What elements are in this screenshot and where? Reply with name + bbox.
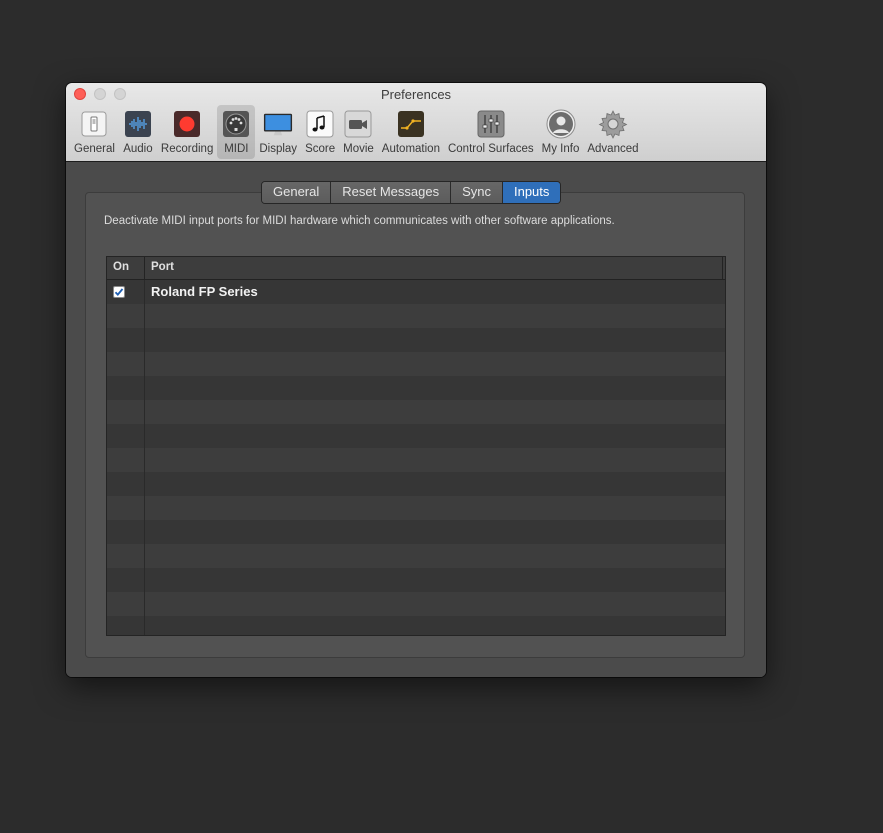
toolbar-audio[interactable]: Audio: [119, 105, 157, 159]
cell-on: [107, 544, 145, 568]
toolbar-advanced[interactable]: Advanced: [583, 105, 642, 159]
tab-sync[interactable]: Sync: [451, 182, 503, 203]
toolbar-movie[interactable]: Movie: [339, 105, 378, 159]
cell-on: [107, 472, 145, 496]
cell-on: [107, 328, 145, 352]
cell-port: [145, 544, 725, 568]
cell-port: [145, 472, 725, 496]
column-header-on[interactable]: On: [107, 257, 145, 279]
toolbar-display[interactable]: Display: [255, 105, 301, 159]
tab-reset-messages[interactable]: Reset Messages: [331, 182, 452, 203]
tab-inputs[interactable]: Inputs: [502, 182, 561, 203]
toolbar-label: Display: [259, 143, 298, 155]
table-row: [107, 472, 725, 496]
cell-on: [107, 568, 145, 592]
cell-on: [107, 496, 145, 520]
table-row: [107, 328, 725, 352]
general-icon: [79, 109, 109, 139]
toolbar-label: Control Surfaces: [447, 143, 534, 155]
toolbar-score[interactable]: Score: [301, 105, 339, 159]
toolbar-label: Automation: [381, 143, 440, 155]
cell-port: [145, 496, 725, 520]
display-icon: [263, 109, 293, 139]
toolbar-midi[interactable]: MIDI: [217, 105, 256, 159]
cell-on: [107, 592, 145, 616]
table-row[interactable]: Roland FP Series: [107, 280, 725, 304]
table-row: [107, 376, 725, 400]
table-row: [107, 424, 725, 448]
automation-icon: [396, 109, 426, 139]
control-surfaces-icon: [476, 109, 506, 139]
toolbar-label: Advanced: [587, 143, 639, 155]
table-row: [107, 400, 725, 424]
cell-port: [145, 352, 725, 376]
table-row: [107, 448, 725, 472]
table-row: [107, 568, 725, 592]
toolbar-label: General: [74, 143, 115, 155]
inputs-description: Deactivate MIDI input ports for MIDI har…: [104, 215, 615, 227]
midi-tab-bar: General Reset Messages Sync Inputs: [261, 181, 562, 204]
tab-general[interactable]: General: [262, 182, 332, 203]
cell-port: [145, 376, 725, 400]
midi-icon: [221, 109, 251, 139]
cell-on: [107, 616, 145, 635]
table-row: [107, 544, 725, 568]
my-info-icon: [546, 109, 576, 139]
toolbar-recording[interactable]: Recording: [157, 105, 217, 159]
port-name: Roland FP Series: [151, 284, 258, 299]
cell-port: [145, 424, 725, 448]
table-row: [107, 496, 725, 520]
table-row: [107, 520, 725, 544]
toolbar-label: Audio: [123, 143, 153, 155]
cell-port: [145, 520, 725, 544]
toolbar-my-info[interactable]: My Info: [538, 105, 584, 159]
toolbar-automation[interactable]: Automation: [378, 105, 444, 159]
toolbar-control-surfaces[interactable]: Control Surfaces: [444, 105, 538, 159]
cell-on: [107, 400, 145, 424]
cell-port: [145, 592, 725, 616]
midi-inputs-table: On Port Roland FP Series: [106, 256, 726, 636]
table-row: [107, 304, 725, 328]
toolbar-label: MIDI: [224, 143, 249, 155]
audio-icon: [123, 109, 153, 139]
toolbar-label: Score: [305, 143, 336, 155]
table-rows: Roland FP Series: [107, 280, 725, 635]
cell-port: [145, 304, 725, 328]
cell-on: [107, 376, 145, 400]
checkmark-icon: [114, 288, 124, 296]
cell-port: [145, 448, 725, 472]
cell-on: [107, 352, 145, 376]
score-icon: [305, 109, 335, 139]
toolbar-label: Recording: [160, 143, 214, 155]
cell-port: [145, 400, 725, 424]
window-title: Preferences: [380, 87, 452, 102]
toolbar-label: Movie: [343, 143, 374, 155]
recording-icon: [172, 109, 202, 139]
toolbar-general[interactable]: General: [70, 105, 119, 159]
title-bar: Preferences General Audio Recording MIDI…: [66, 83, 766, 162]
port-enabled-checkbox[interactable]: [113, 286, 125, 298]
cell-port: [145, 568, 725, 592]
cell-on: [107, 448, 145, 472]
advanced-icon: [598, 109, 628, 139]
cell-on: [107, 424, 145, 448]
preferences-toolbar: General Audio Recording MIDI Display Sco…: [70, 105, 643, 161]
cell-port: [145, 616, 725, 635]
column-header-port[interactable]: Port: [145, 257, 723, 279]
table-header: On Port: [107, 257, 725, 280]
movie-icon: [343, 109, 373, 139]
table-row: [107, 616, 725, 635]
table-row: [107, 352, 725, 376]
cell-on: [107, 520, 145, 544]
preferences-window: Preferences General Audio Recording MIDI…: [66, 83, 766, 677]
cell-port: [145, 328, 725, 352]
table-row: [107, 592, 725, 616]
cell-on: [107, 280, 145, 304]
cell-on: [107, 304, 145, 328]
toolbar-label: My Info: [541, 143, 580, 155]
